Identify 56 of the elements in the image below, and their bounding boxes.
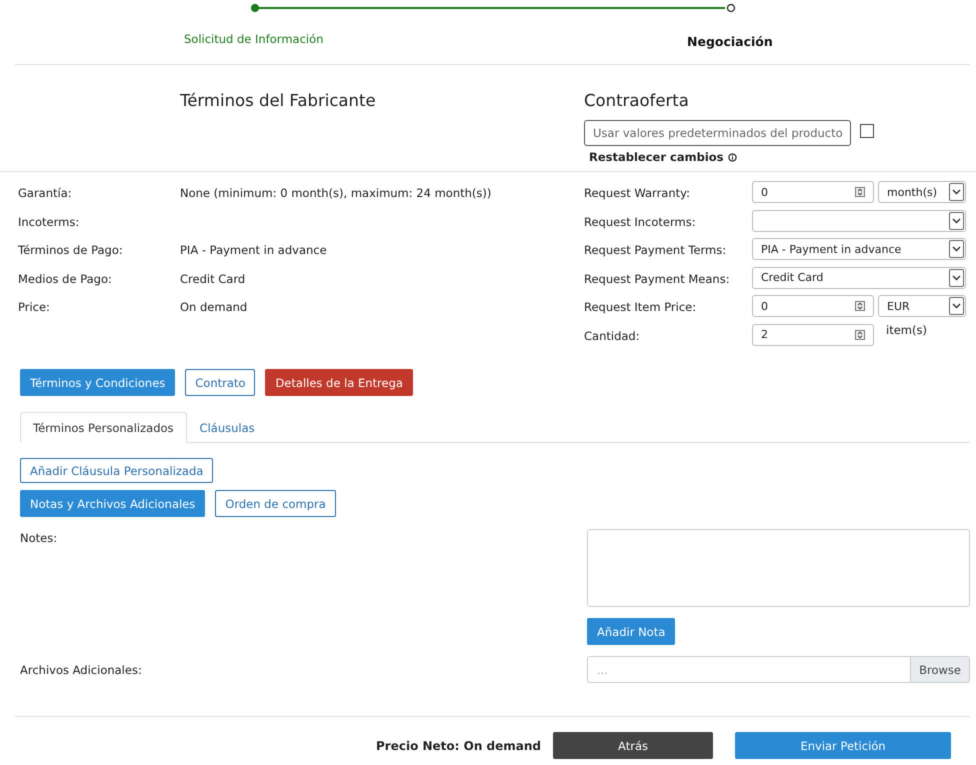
term-label: Garantía:: [18, 186, 73, 202]
files-label: Archivos Adicionales:: [20, 662, 143, 676]
section-heading: Contraoferta: [584, 91, 690, 112]
spinner-icon[interactable]: [855, 330, 865, 340]
field-label: Request Item Price:: [584, 300, 698, 314]
reset-link[interactable]: Restablecer cambios: [589, 150, 724, 164]
chevron-down-icon[interactable]: [949, 212, 964, 230]
dropdown[interactable]: PIA - Payment in advance: [752, 238, 966, 260]
footer-button[interactable]: Atrás: [553, 732, 714, 759]
dropdown[interactable]: EUR: [878, 295, 966, 317]
notes-field[interactable]: [587, 529, 970, 607]
field-label: Request Incoterms:: [584, 214, 697, 228]
footer-button[interactable]: Enviar Petición: [735, 732, 952, 759]
term-value: None (minimum: 0 month(s), maximum: 24 month(s)): [180, 186, 492, 202]
info-icon: [728, 152, 737, 162]
checkbox[interactable]: [860, 124, 874, 138]
field-label: Request Payment Terms:: [584, 243, 728, 257]
term-value: Credit Card: [180, 272, 246, 288]
notes-label: Notes:: [20, 531, 58, 547]
file-field[interactable]: ... Browse: [587, 656, 970, 683]
term-label: Medios de Pago:: [18, 272, 113, 288]
chevron-down-icon[interactable]: [949, 268, 964, 286]
number-field[interactable]: 2: [752, 324, 874, 346]
action-button[interactable]: Contrato: [185, 369, 256, 396]
chevron-down-icon[interactable]: [949, 297, 964, 315]
spinner-icon[interactable]: [855, 187, 865, 197]
action-button[interactable]: Términos y Condiciones: [20, 369, 176, 396]
net-price: Precio Neto: On demand: [376, 738, 542, 752]
step-label: Solicitud de Información: [184, 32, 324, 46]
term-label: Incoterms:: [18, 214, 80, 230]
unit-label: item(s): [886, 322, 927, 336]
section-button[interactable]: Orden de compra: [215, 490, 336, 517]
chevron-down-icon[interactable]: [949, 183, 964, 201]
term-label: Price:: [18, 300, 51, 316]
tab[interactable]: Términos Personalizados: [20, 412, 187, 443]
field-label: Request Warranty:: [584, 186, 691, 200]
section-button[interactable]: Notas y Archivos Adicionales: [20, 490, 206, 517]
field-label: Cantidad:: [584, 328, 641, 342]
spinner-icon[interactable]: [855, 301, 865, 311]
number-field[interactable]: 0: [752, 295, 874, 317]
dropdown[interactable]: Credit Card: [752, 266, 966, 288]
number-field[interactable]: 0: [752, 181, 874, 203]
defaults-field[interactable]: Usar valores predeterminados del producto: [584, 120, 851, 146]
field-label: Request Payment Means:: [584, 272, 731, 286]
browse-button[interactable]: Browse: [910, 657, 969, 682]
term-value: On demand: [180, 300, 248, 316]
add-clause-button[interactable]: Añadir Cláusula Personalizada: [20, 458, 214, 483]
add-note-button[interactable]: Añadir Nota: [587, 618, 676, 645]
step-label: Negociación: [687, 34, 773, 49]
chevron-down-icon[interactable]: [949, 240, 964, 258]
term-label: Términos de Pago:: [18, 243, 124, 259]
section-heading: Términos del Fabricante: [180, 91, 377, 112]
action-button[interactable]: Detalles de la Entrega: [265, 369, 413, 396]
tab[interactable]: Cláusulas: [186, 412, 268, 443]
term-value: PIA - Payment in advance: [180, 243, 327, 259]
dropdown[interactable]: month(s): [878, 181, 966, 203]
